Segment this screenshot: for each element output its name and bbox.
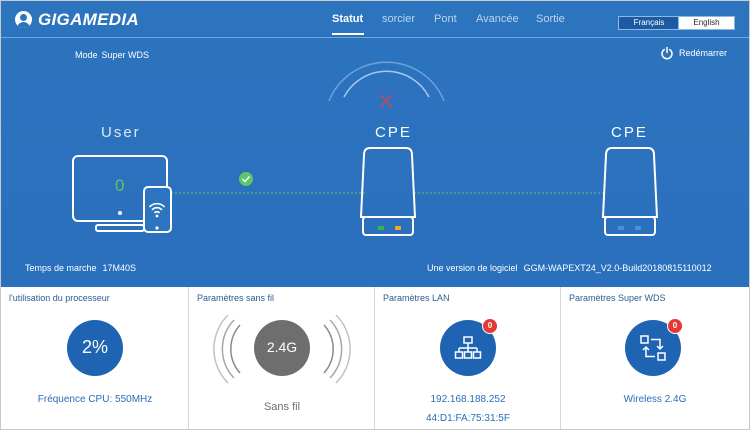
cpu-frequency: Fréquence CPU: 550MHz <box>37 394 153 405</box>
super-wds-label: Wireless 2.4G <box>623 394 687 405</box>
user-count: 0 <box>115 176 125 195</box>
lan-notification-badge: 0 <box>482 318 498 334</box>
wireless-band-value: 2.4G <box>266 339 298 355</box>
status-header: GIGAMEDIA Statut sorcier Pont Avancée So… <box>1 1 749 287</box>
cpu-usage-circle: 2% <box>67 320 123 376</box>
super-wds-panel-title: Paramètres Super WDS <box>569 293 666 303</box>
cpu-panel[interactable]: l'utilisation du processeur 2% Fréquence… <box>1 287 189 429</box>
disconnected-x-icon <box>379 94 393 108</box>
cpe-device-icon <box>601 147 659 236</box>
cpu-panel-title: l'utilisation du processeur <box>9 293 110 303</box>
uptime-label: Temps de marche <box>25 263 97 273</box>
cpu-usage-value: 2% <box>81 337 108 357</box>
uptime-value: 17M40S <box>102 263 137 273</box>
wireless-label: Sans fil <box>263 401 301 413</box>
network-tree-icon <box>454 336 482 359</box>
version-value: GGM-WAPEXT24_V2.0-Build20180815110012 <box>523 263 712 273</box>
wireless-panel[interactable]: Paramètres sans fil 2.4G Sans fil <box>189 287 375 429</box>
lan-panel[interactable]: Paramètres LAN 0 192.168.188.252 44:D1:F… <box>375 287 561 429</box>
wireless-band-circle: 2.4G <box>254 320 310 376</box>
cpe-device-icon <box>359 147 417 236</box>
super-wds-notification-badge: 0 <box>667 318 683 334</box>
version-label: Une version de logiciel <box>427 263 518 273</box>
check-icon <box>239 172 253 186</box>
lan-ip-address: 192.168.188.252 <box>430 394 506 405</box>
software-version-info: Une version de logiciel GGM-WAPEXT24_V2.0… <box>427 263 712 273</box>
super-wds-panel[interactable]: Paramètres Super WDS 0 Wireless 2.4G <box>561 287 749 429</box>
topology-diagram <box>72 61 659 236</box>
lan-mac-address: 44:D1:FA:75:31:5F <box>426 413 510 424</box>
status-panels: l'utilisation du processeur 2% Fréquence… <box>1 287 749 429</box>
lan-panel-title: Paramètres LAN <box>383 293 450 303</box>
uptime-info: Temps de marche 17M40S <box>25 263 136 273</box>
wireless-panel-title: Paramètres sans fil <box>197 293 275 303</box>
signal-arcs-icon <box>328 61 445 102</box>
wds-arrows-icon <box>640 335 666 361</box>
router-status-page: GIGAMEDIA Statut sorcier Pont Avancée So… <box>0 0 750 430</box>
phone-icon <box>143 186 172 233</box>
